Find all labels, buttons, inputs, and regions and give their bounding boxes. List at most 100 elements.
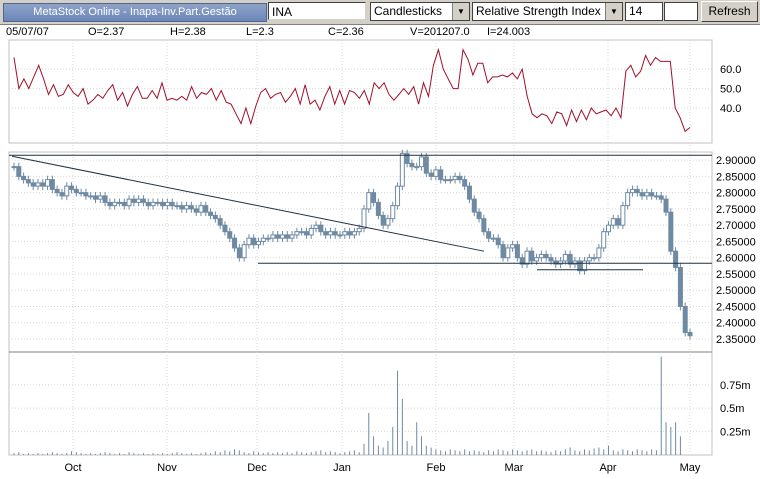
descending-trendline	[11, 155, 485, 252]
candle-body	[217, 218, 223, 226]
candle-body	[495, 237, 501, 246]
candle-body	[399, 153, 405, 187]
candle-body	[476, 211, 482, 220]
price-tick-label: 2.60000	[716, 253, 756, 265]
rsi-tick-label: 60.0	[720, 64, 741, 76]
candle-body	[83, 192, 89, 197]
candle-body	[351, 231, 357, 236]
candle-body	[222, 224, 228, 233]
month-label: Dec	[247, 462, 267, 474]
candle-body	[371, 192, 377, 203]
candle-body	[548, 257, 554, 262]
candle-body	[45, 179, 51, 187]
candle-body	[409, 162, 415, 168]
candle-body	[653, 195, 659, 198]
candle-body	[438, 169, 444, 181]
candle-body	[514, 244, 520, 259]
candle-body	[466, 185, 472, 200]
candle-body	[313, 224, 319, 229]
candle-body	[543, 253, 549, 259]
candle-body	[208, 211, 214, 216]
candle-body	[380, 214, 386, 226]
candle-body	[236, 247, 242, 259]
candle-body	[131, 198, 137, 203]
candle-body	[270, 234, 276, 239]
month-label: May	[680, 462, 701, 474]
candle-body	[16, 166, 22, 177]
candle-body	[423, 156, 429, 174]
candle-body	[629, 188, 635, 194]
candle-body	[634, 188, 640, 194]
candle-body	[534, 257, 540, 262]
candle-body	[40, 182, 46, 187]
candle-body	[342, 231, 348, 236]
candle-body	[442, 179, 448, 182]
candle-body	[677, 266, 683, 307]
candle-body	[327, 231, 333, 236]
candle-body	[663, 198, 669, 213]
candle-body	[179, 205, 185, 210]
price-tick-label: 2.80000	[716, 188, 756, 200]
candle-body	[303, 231, 309, 236]
candle-body	[375, 201, 381, 216]
candle-body	[102, 195, 108, 203]
candle-body	[524, 250, 530, 265]
candle-body	[69, 185, 75, 190]
rsi-tick-label: 50.0	[720, 84, 741, 96]
candle-body	[299, 231, 305, 234]
candle-body	[121, 201, 127, 207]
chart-area[interactable]: 60.0 50.0 40.0 2.90000 2.85000 2.80000 2.75000…	[0, 0, 760, 479]
candle-body	[414, 166, 420, 169]
volume-tick-label: 0.5m	[720, 403, 744, 415]
price-tick-label: 2.35000	[716, 334, 756, 346]
candle-body	[471, 198, 477, 213]
candle-body	[452, 175, 458, 181]
candle-body	[49, 179, 55, 190]
candle-body	[35, 182, 41, 187]
candle-body	[366, 192, 372, 210]
candle-body	[462, 179, 468, 187]
candle-body	[457, 175, 463, 181]
candle-body	[136, 198, 142, 203]
candle-body	[227, 231, 233, 239]
candle-body	[586, 257, 592, 262]
candle-body	[625, 192, 631, 207]
candle-body	[562, 253, 568, 262]
candle-body	[639, 192, 645, 197]
rsi-tick-label: 40.0	[720, 103, 741, 115]
candle-body	[490, 237, 496, 240]
candle-body	[174, 205, 180, 208]
volume-tick-label: 0.75m	[720, 380, 751, 392]
candle-body	[246, 237, 252, 246]
candle-body	[212, 214, 218, 220]
candle-body	[184, 205, 190, 210]
candle-body	[164, 201, 170, 207]
candle-body	[505, 247, 511, 259]
candle-body	[356, 227, 362, 233]
candle-body	[385, 218, 391, 226]
candle-body	[601, 231, 607, 249]
candle-body	[481, 218, 487, 233]
candle-body	[284, 234, 290, 239]
candle-body	[251, 237, 257, 246]
candle-body	[395, 185, 401, 207]
candle-body	[419, 156, 425, 168]
month-label: Apr	[599, 462, 616, 474]
candle-body	[59, 192, 65, 197]
candle-body	[591, 257, 597, 260]
month-label: Oct	[64, 462, 81, 474]
candle-body	[193, 208, 199, 213]
candle-body	[54, 188, 60, 194]
candle-body	[198, 205, 204, 213]
candle-body	[337, 234, 343, 237]
candle-body	[673, 250, 679, 268]
candle-body	[107, 201, 113, 207]
candle-body	[605, 224, 611, 233]
candle-body	[596, 247, 602, 259]
candle-body	[620, 205, 626, 226]
candle-body	[112, 201, 118, 207]
price-panel-frame	[8, 151, 713, 456]
candle-body	[116, 201, 122, 204]
candle-body	[332, 231, 338, 236]
month-label: Mar	[505, 462, 524, 474]
